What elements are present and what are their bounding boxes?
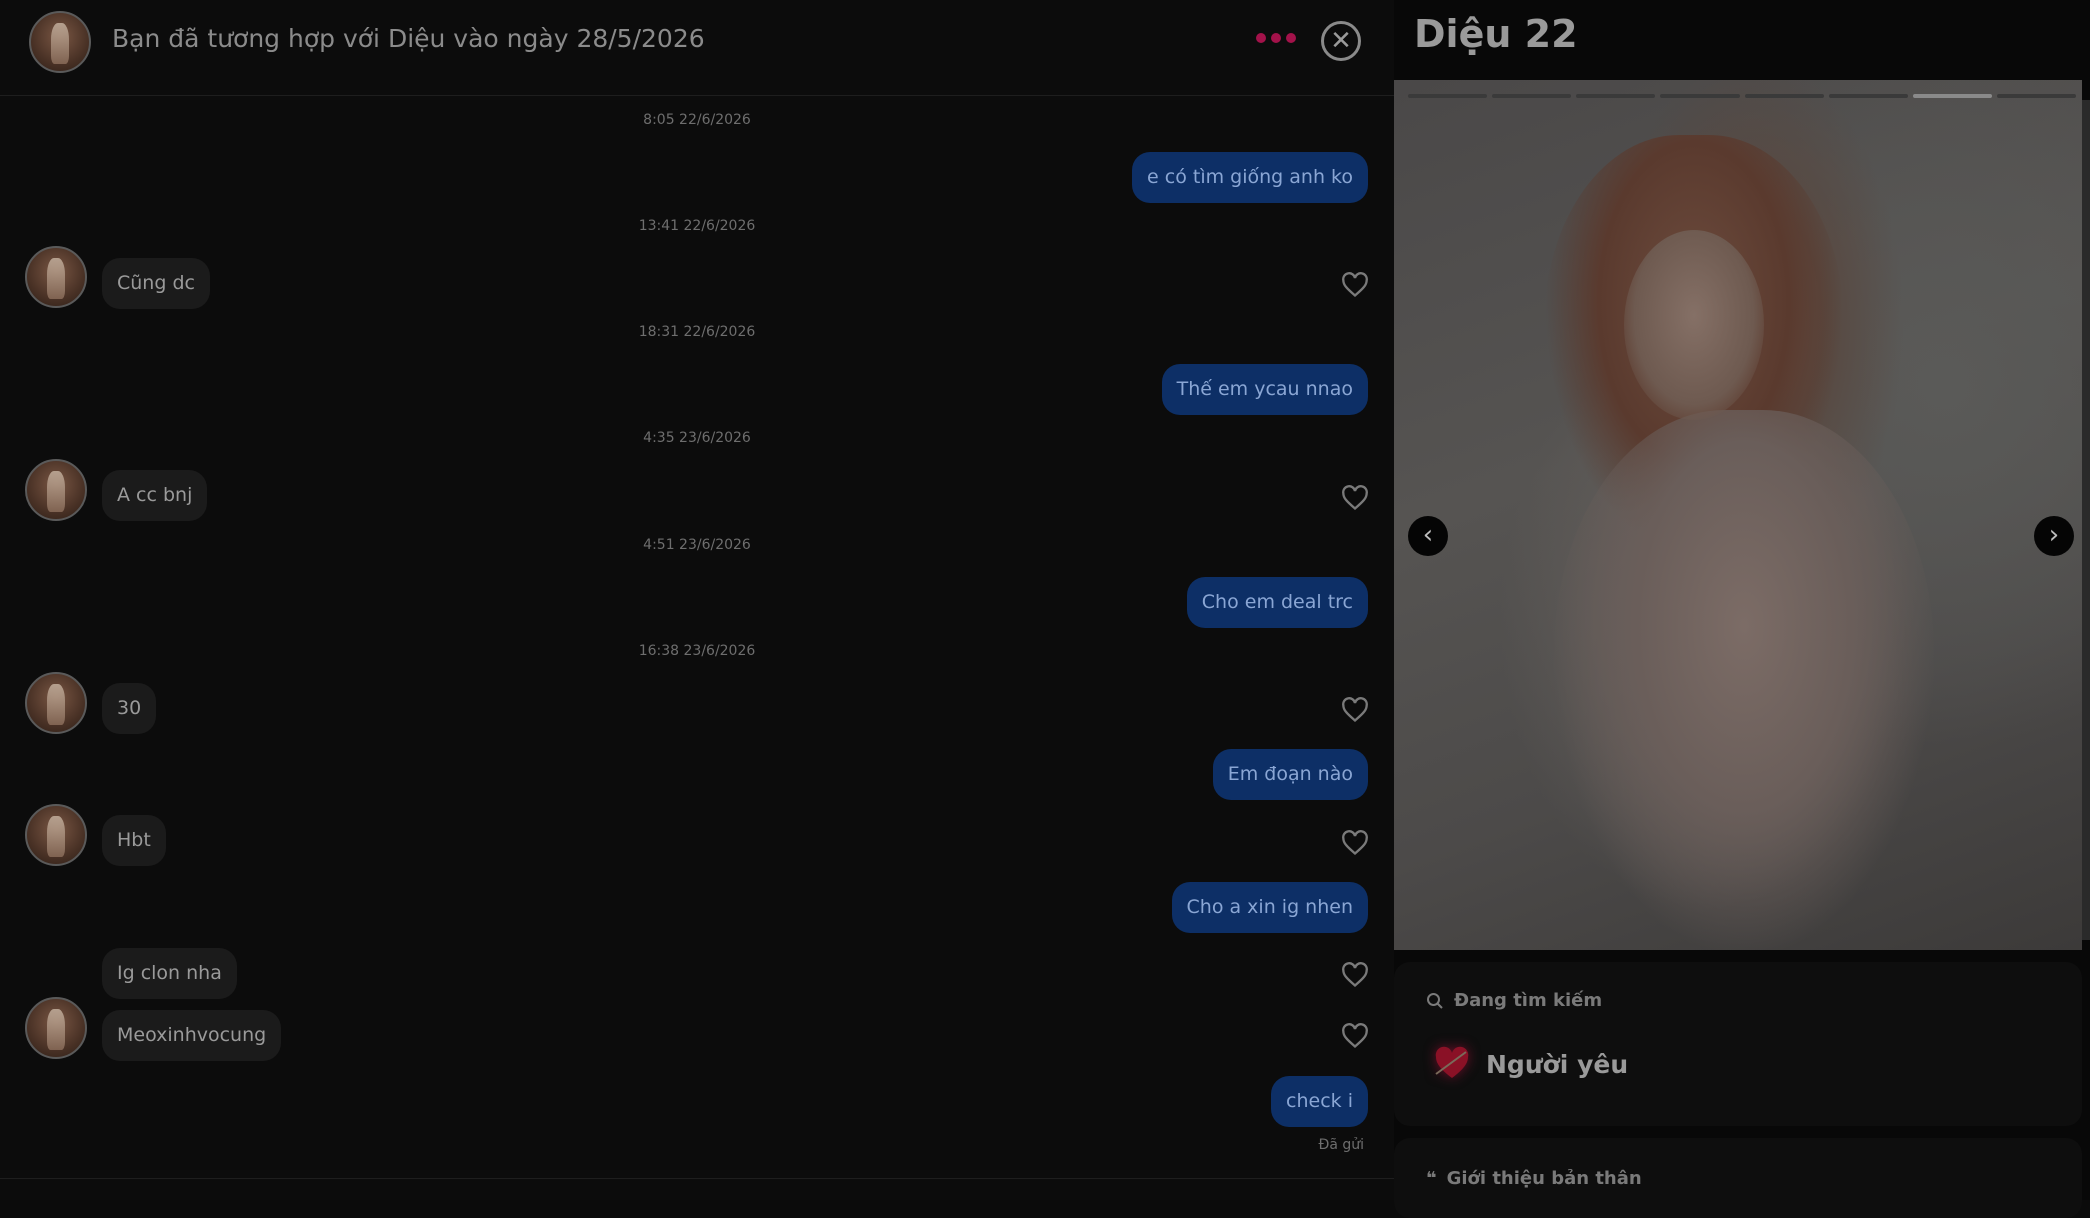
sender-avatar[interactable]	[25, 804, 87, 866]
heart-outline-icon[interactable]	[1341, 830, 1369, 856]
message-timestamp: 16:38 23/6/2026	[638, 643, 756, 659]
photo-progress-segment[interactable]	[1996, 94, 2076, 98]
profile-name: Diệu 22	[1414, 12, 1578, 56]
divider	[0, 1178, 1394, 1179]
message-bubble-outgoing[interactable]: Em đoạn nào	[1212, 749, 1368, 800]
message-bubble-outgoing[interactable]: e có tìm giống anh ko	[1132, 152, 1368, 203]
message-bubble-outgoing[interactable]: Cho a xin ig nhen	[1171, 882, 1368, 933]
profile-panel: Diệu 22 ‹ › Đang tìm kiếm Người yêu ❝ Gi…	[1394, 0, 2090, 1218]
match-avatar[interactable]	[29, 11, 91, 73]
photo-progress-segment[interactable]	[1744, 94, 1824, 98]
photo-progress-bar	[1408, 94, 2076, 98]
message-bubble-incoming[interactable]: A cc bnj	[102, 470, 208, 521]
message-bubble-incoming[interactable]: Cũng dc	[102, 258, 210, 309]
message-timestamp: 8:05 22/6/2026	[643, 112, 751, 128]
heart-arrow-emoji	[1435, 1046, 1469, 1078]
photo-face-shape	[1624, 230, 1764, 420]
heart-outline-icon[interactable]	[1341, 697, 1369, 723]
message-bubble-incoming[interactable]: Meoxinhvocung	[102, 1010, 282, 1061]
photo-progress-segment[interactable]	[1660, 94, 1740, 98]
message-bubble-incoming[interactable]: Hbt	[102, 815, 166, 866]
bio-label-text: Giới thiệu bản thân	[1446, 1168, 1642, 1189]
message-bubble-incoming[interactable]: 30	[102, 683, 157, 734]
looking-for-label: Đang tìm kiếm	[1426, 990, 1602, 1011]
sender-avatar[interactable]	[25, 246, 87, 308]
profile-photo[interactable]: ‹ ›	[1394, 80, 2082, 950]
message-timestamp: 4:51 23/6/2026	[643, 537, 751, 553]
scrollbar[interactable]	[2082, 100, 2090, 940]
heart-outline-icon[interactable]	[1341, 962, 1369, 988]
sent-status: Đã gửi	[1318, 1137, 1364, 1153]
heart-outline-icon[interactable]	[1341, 1023, 1369, 1049]
sender-avatar[interactable]	[25, 459, 87, 521]
message-timestamp: 18:31 22/6/2026	[638, 324, 756, 340]
photo-progress-segment[interactable]	[1408, 94, 1488, 98]
message-bubble-outgoing[interactable]: Thế em ycau nnao	[1161, 364, 1368, 415]
match-info-title: Bạn đã tương hợp với Diệu vào ngày 28/5/…	[112, 24, 705, 53]
heart-outline-icon[interactable]	[1341, 485, 1369, 511]
sender-avatar[interactable]	[25, 997, 87, 1059]
sender-avatar[interactable]	[25, 672, 87, 734]
chat-panel: Bạn đã tương hợp với Diệu vào ngày 28/5/…	[0, 0, 1394, 1200]
photo-progress-segment[interactable]	[1576, 94, 1656, 98]
photo-progress-segment[interactable]	[1828, 94, 1908, 98]
chevron-left-icon[interactable]: ‹	[1408, 516, 1448, 556]
search-icon	[1427, 992, 1443, 1009]
bio-card: ❝ Giới thiệu bản thân	[1394, 1138, 2082, 1218]
chevron-right-icon[interactable]: ›	[2034, 516, 2074, 556]
photo-progress-segment[interactable]	[1912, 94, 1992, 98]
looking-for-value-text: Người yêu	[1486, 1049, 1629, 1079]
message-bubble-incoming[interactable]: Ig clon nha	[102, 948, 237, 999]
close-icon[interactable]: ✕	[1321, 21, 1361, 61]
message-timestamp: 13:41 22/6/2026	[638, 218, 756, 234]
looking-for-value: Người yêu	[1432, 1044, 1628, 1084]
more-dots-icon[interactable]	[1256, 33, 1296, 43]
message-bubble-outgoing[interactable]: Cho em deal trc	[1186, 577, 1368, 628]
looking-for-label-text: Đang tìm kiếm	[1454, 990, 1603, 1011]
looking-for-card: Đang tìm kiếm Người yêu	[1394, 962, 2082, 1126]
photo-progress-segment[interactable]	[1492, 94, 1572, 98]
photo-body-shape	[1554, 410, 1934, 950]
quote-icon: ❝	[1426, 1168, 1437, 1189]
chat-header: Bạn đã tương hợp với Diệu vào ngày 28/5/…	[0, 0, 1394, 96]
bio-label: ❝ Giới thiệu bản thân	[1426, 1168, 1642, 1189]
heart-outline-icon[interactable]	[1341, 272, 1369, 298]
message-bubble-outgoing[interactable]: check i	[1271, 1076, 1368, 1127]
message-timestamp: 4:35 23/6/2026	[643, 430, 751, 446]
